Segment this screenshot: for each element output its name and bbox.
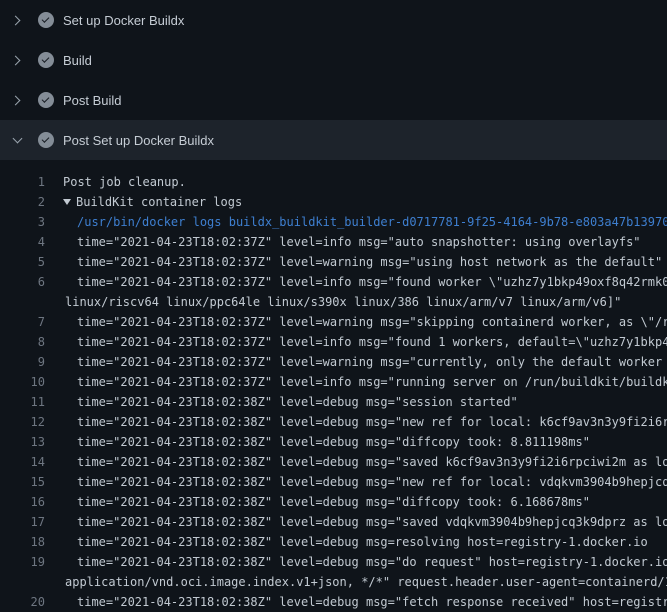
line-number[interactable]: 18 [0, 532, 45, 552]
line-number[interactable]: 7 [0, 312, 45, 332]
line-number[interactable] [0, 572, 45, 592]
log-row: 7 time="2021-04-23T18:02:37Z" level=warn… [0, 312, 667, 332]
log-text: application/vnd.oci.image.index.v1+json,… [65, 572, 667, 592]
workflow-log-viewer: Set up Docker Buildx Build Post Build Po… [0, 0, 667, 600]
log-text: time="2021-04-23T18:02:38Z" level=debug … [77, 532, 648, 552]
line-number[interactable]: 4 [0, 232, 45, 252]
log-row: 1 Post job cleanup. [0, 172, 667, 192]
line-number[interactable]: 9 [0, 352, 45, 372]
log-row: 14 time="2021-04-23T18:02:38Z" level=deb… [0, 452, 667, 472]
chevron-right-icon [9, 52, 25, 68]
log-area: 1 Post job cleanup. 2 BuildKit container… [0, 160, 667, 612]
line-number[interactable]: 20 [0, 592, 45, 612]
log-row: 18 time="2021-04-23T18:02:38Z" level=deb… [0, 532, 667, 552]
line-number[interactable]: 3 [0, 212, 45, 232]
step-label: Build [63, 53, 92, 68]
line-number[interactable]: 13 [0, 432, 45, 452]
line-number[interactable]: 12 [0, 412, 45, 432]
line-number[interactable]: 15 [0, 472, 45, 492]
log-row: 6 time="2021-04-23T18:02:37Z" level=info… [0, 272, 667, 292]
chevron-down-icon [9, 132, 25, 148]
line-number[interactable]: 2 [0, 192, 45, 212]
log-row: 3 /usr/bin/docker logs buildx_buildkit_b… [0, 212, 667, 232]
step-header-post-set-up-docker-buildx[interactable]: Post Set up Docker Buildx [0, 120, 667, 160]
log-text: time="2021-04-23T18:02:37Z" level=info m… [77, 272, 667, 292]
chevron-right-icon [9, 92, 25, 108]
line-number[interactable] [0, 292, 45, 312]
line-number[interactable]: 17 [0, 512, 45, 532]
check-circle-icon [38, 132, 54, 148]
step-header-set-up-docker-buildx[interactable]: Set up Docker Buildx [0, 0, 667, 40]
line-number[interactable]: 1 [0, 172, 45, 192]
log-text: time="2021-04-23T18:02:38Z" level=debug … [77, 392, 518, 412]
log-text: time="2021-04-23T18:02:38Z" level=debug … [77, 512, 667, 532]
check-circle-icon [38, 12, 54, 28]
log-text: time="2021-04-23T18:02:38Z" level=debug … [77, 472, 667, 492]
log-row: application/vnd.oci.image.index.v1+json,… [0, 572, 667, 592]
log-row: 10 time="2021-04-23T18:02:37Z" level=inf… [0, 372, 667, 392]
log-text: time="2021-04-23T18:02:38Z" level=debug … [77, 592, 667, 612]
step-label: Post Build [63, 93, 122, 108]
log-text: time="2021-04-23T18:02:38Z" level=debug … [77, 452, 667, 472]
check-circle-icon [38, 52, 54, 68]
log-text: Post job cleanup. [63, 172, 186, 192]
log-row: 19 time="2021-04-23T18:02:38Z" level=deb… [0, 552, 667, 572]
log-row: 5 time="2021-04-23T18:02:37Z" level=warn… [0, 252, 667, 272]
log-row: 17 time="2021-04-23T18:02:38Z" level=deb… [0, 512, 667, 532]
log-text[interactable]: BuildKit container logs [76, 192, 242, 212]
line-number[interactable]: 19 [0, 552, 45, 572]
step-label: Set up Docker Buildx [63, 13, 184, 28]
log-text: time="2021-04-23T18:02:38Z" level=debug … [77, 552, 667, 572]
check-circle-icon [38, 92, 54, 108]
log-row: 13 time="2021-04-23T18:02:38Z" level=deb… [0, 432, 667, 452]
line-number[interactable]: 16 [0, 492, 45, 512]
log-text: time="2021-04-23T18:02:37Z" level=warnin… [77, 352, 667, 372]
log-row: 2 BuildKit container logs [0, 192, 667, 212]
log-text: linux/riscv64 linux/ppc64le linux/s390x … [65, 292, 621, 312]
step-label: Post Set up Docker Buildx [63, 133, 214, 148]
log-text: time="2021-04-23T18:02:37Z" level=info m… [77, 232, 641, 252]
triangle-down-icon[interactable] [63, 199, 71, 205]
log-row: 8 time="2021-04-23T18:02:37Z" level=info… [0, 332, 667, 352]
line-number[interactable]: 5 [0, 252, 45, 272]
line-number[interactable]: 14 [0, 452, 45, 472]
chevron-right-icon [9, 12, 25, 28]
line-number[interactable]: 6 [0, 272, 45, 292]
log-text: time="2021-04-23T18:02:38Z" level=debug … [77, 412, 667, 432]
step-header-build[interactable]: Build [0, 40, 667, 80]
log-text: time="2021-04-23T18:02:37Z" level=warnin… [77, 312, 667, 332]
step-header-post-build[interactable]: Post Build [0, 80, 667, 120]
log-text: /usr/bin/docker logs buildx_buildkit_bui… [77, 212, 667, 232]
log-row: linux/riscv64 linux/ppc64le linux/s390x … [0, 292, 667, 312]
line-number[interactable]: 8 [0, 332, 45, 352]
log-row: 11 time="2021-04-23T18:02:38Z" level=deb… [0, 392, 667, 412]
log-text: time="2021-04-23T18:02:37Z" level=info m… [77, 332, 667, 352]
steps-list: Set up Docker Buildx Build Post Build Po… [0, 0, 667, 160]
log-row: 12 time="2021-04-23T18:02:38Z" level=deb… [0, 412, 667, 432]
log-row: 16 time="2021-04-23T18:02:38Z" level=deb… [0, 492, 667, 512]
line-number[interactable]: 11 [0, 392, 45, 412]
log-text: time="2021-04-23T18:02:38Z" level=debug … [77, 432, 590, 452]
log-row: 4 time="2021-04-23T18:02:37Z" level=info… [0, 232, 667, 252]
log-row: 9 time="2021-04-23T18:02:37Z" level=warn… [0, 352, 667, 372]
log-row: 20 time="2021-04-23T18:02:38Z" level=deb… [0, 592, 667, 612]
log-row: 15 time="2021-04-23T18:02:38Z" level=deb… [0, 472, 667, 492]
log-text: time="2021-04-23T18:02:38Z" level=debug … [77, 492, 590, 512]
log-text: time="2021-04-23T18:02:37Z" level=info m… [77, 372, 667, 392]
log-text: time="2021-04-23T18:02:37Z" level=warnin… [77, 252, 662, 272]
line-number[interactable]: 10 [0, 372, 45, 392]
